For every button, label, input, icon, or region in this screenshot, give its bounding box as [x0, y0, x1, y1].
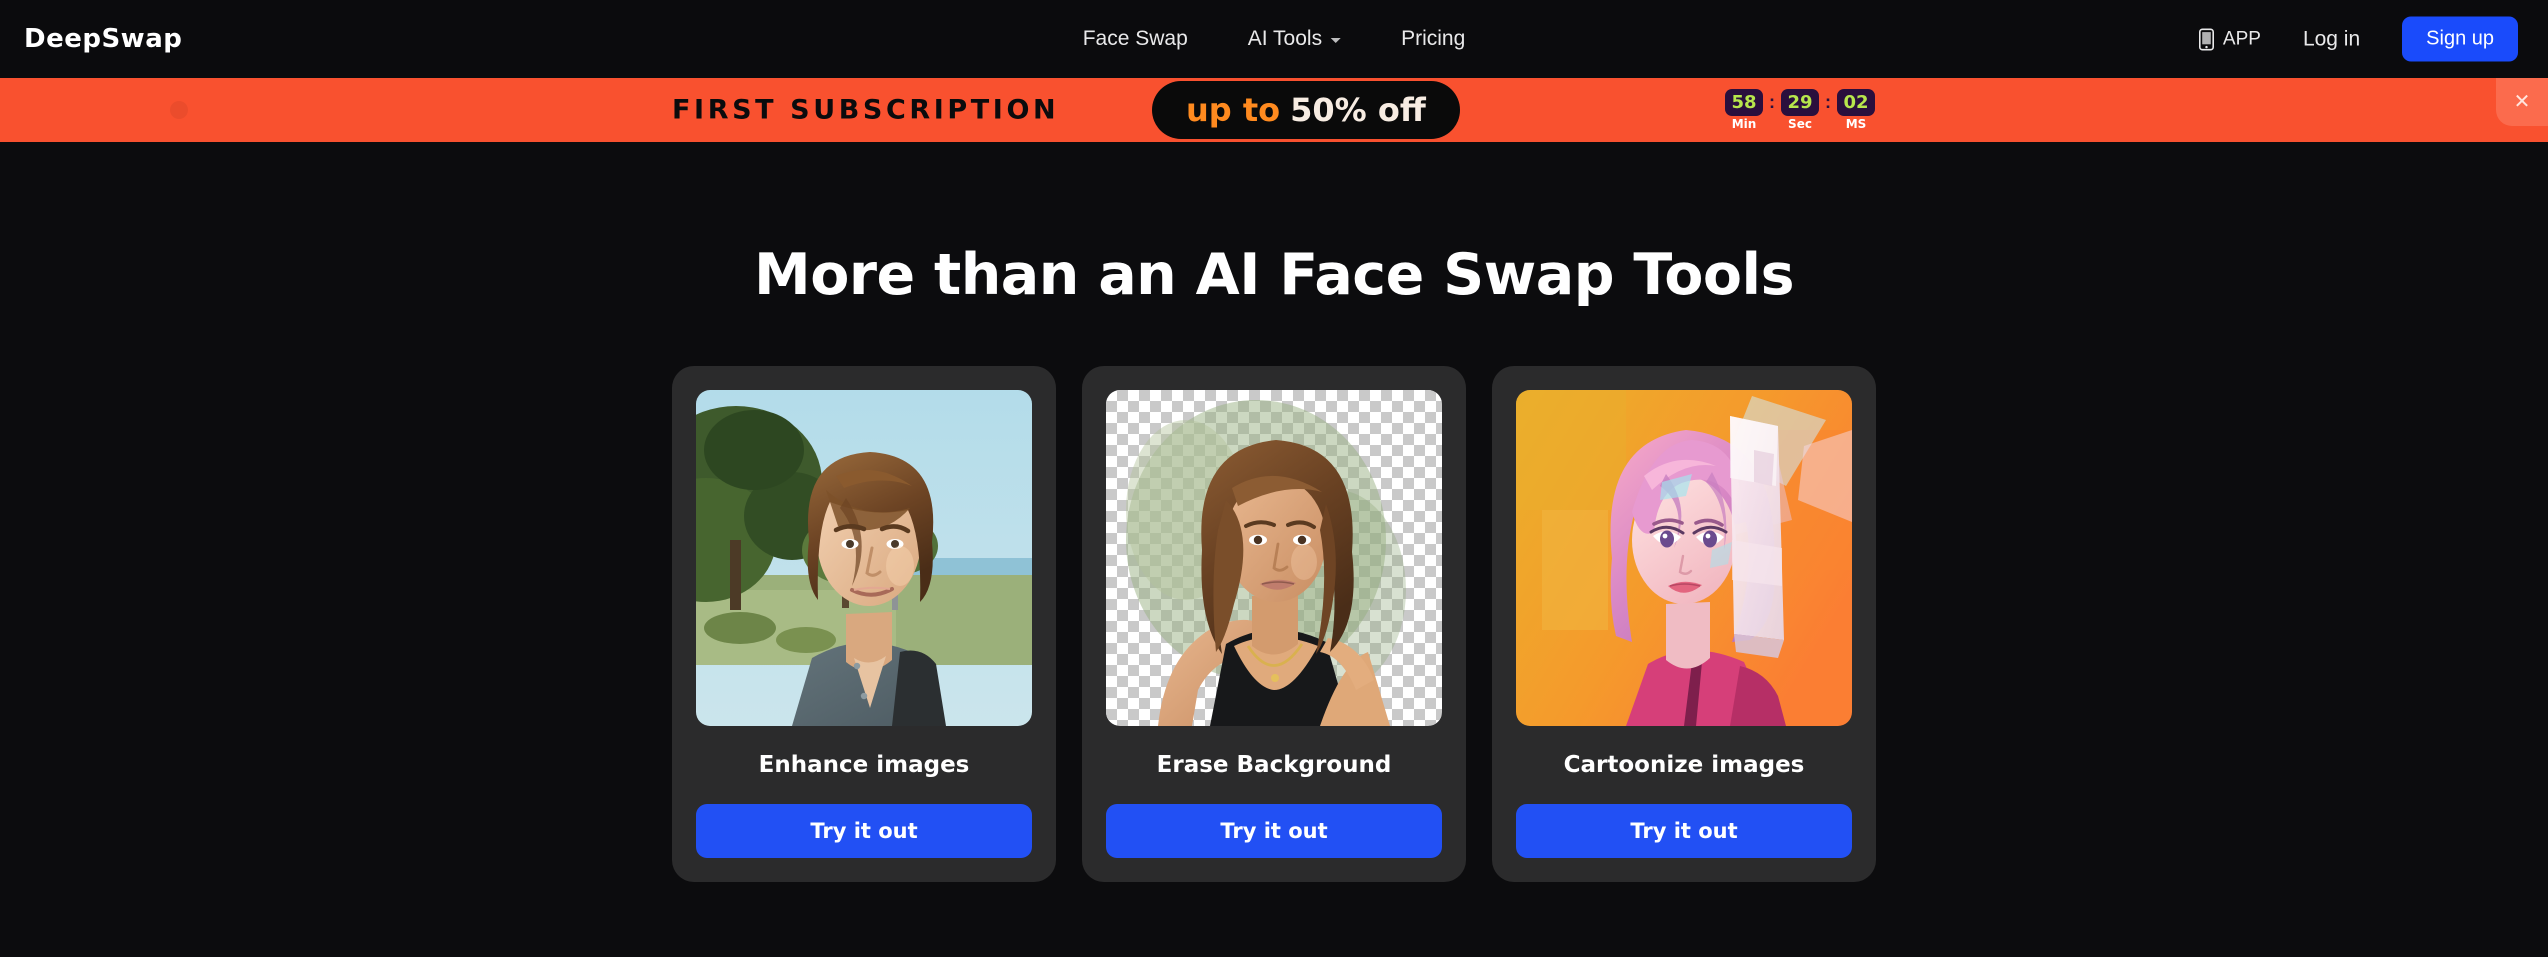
- page-title: More than an AI Face Swap Tools: [753, 242, 1795, 308]
- discount-prefix: up to: [1186, 91, 1281, 129]
- main-content: More than an AI Face Swap Tools Enhance …: [0, 142, 2548, 957]
- countdown-separator: :: [1769, 92, 1775, 112]
- nav-item-pricing[interactable]: Pricing: [1401, 27, 1465, 51]
- tool-card-erase-background[interactable]: Erase Background Try it out: [1082, 366, 1466, 882]
- discount-pill[interactable]: up to 50% off: [1152, 81, 1460, 139]
- promo-banner-content: FIRST SUBSCRIPTION up to 50% off 58 Min …: [0, 78, 2548, 142]
- nav-item-label: Face Swap: [1082, 27, 1188, 50]
- card-thumbnail: [1516, 390, 1852, 726]
- close-icon[interactable]: ✕: [2496, 78, 2548, 126]
- try-it-out-button[interactable]: Try it out: [1516, 804, 1852, 858]
- tool-card-cartoonize-images[interactable]: Cartoonize images Try it out: [1492, 366, 1876, 882]
- logo[interactable]: DeepSwap: [24, 24, 182, 54]
- portrait-woman-transparent-background-image: [1126, 400, 1406, 726]
- promo-title: FIRST SUBSCRIPTION: [672, 94, 1060, 126]
- nav-item-face-swap[interactable]: Face Swap: [1083, 27, 1188, 51]
- app-label: APP: [2222, 28, 2261, 49]
- card-title: Erase Background: [1156, 752, 1392, 778]
- nav-item-label: Pricing: [1401, 27, 1466, 50]
- app-link[interactable]: APP: [2198, 28, 2261, 50]
- countdown-label: MS: [1845, 117, 1867, 131]
- countdown-value: 29: [1781, 89, 1819, 116]
- card-title: Enhance images: [758, 752, 970, 778]
- decorative-dot: [170, 101, 188, 119]
- try-it-out-button[interactable]: Try it out: [1106, 804, 1442, 858]
- tool-card-list: Enhance images Try it out Erase Backgrou…: [672, 366, 1876, 882]
- countdown-separator: :: [1825, 92, 1831, 112]
- site-header: DeepSwap Face Swap AI Tools Pricing APP …: [0, 0, 2548, 78]
- countdown-label: Min: [1731, 117, 1757, 131]
- phone-icon: [2198, 28, 2214, 50]
- countdown-unit-seconds: 29 Sec: [1781, 89, 1819, 131]
- countdown-value: 58: [1725, 89, 1763, 116]
- main-navigation: Face Swap AI Tools Pricing: [1083, 27, 1466, 51]
- countdown-unit-minutes: 58 Min: [1725, 89, 1763, 131]
- chevron-down-icon: [1331, 38, 1342, 43]
- countdown-unit-milliseconds: 02 MS: [1837, 89, 1875, 131]
- card-thumbnail: [1106, 390, 1442, 726]
- tool-card-enhance-images[interactable]: Enhance images Try it out: [672, 366, 1056, 882]
- try-it-out-button[interactable]: Try it out: [696, 804, 1032, 858]
- countdown-label: Sec: [1788, 117, 1812, 131]
- countdown-timer: 58 Min : 29 Sec : 02 MS: [1725, 89, 1875, 131]
- card-title: Cartoonize images: [1563, 752, 1805, 778]
- promo-banner: FIRST SUBSCRIPTION up to 50% off 58 Min …: [0, 78, 2548, 142]
- header-actions: APP Log in Sign up: [2198, 16, 2518, 62]
- nav-item-label: AI Tools: [1247, 27, 1323, 50]
- discount-value: 50% off: [1290, 91, 1426, 129]
- card-thumbnail: [696, 390, 1032, 726]
- portrait-man-park-image: [696, 390, 1032, 726]
- cartoon-girl-pink-hair-image: [1516, 390, 1852, 726]
- signup-button[interactable]: Sign up: [2402, 16, 2518, 62]
- countdown-value: 02: [1837, 89, 1875, 116]
- nav-item-ai-tools[interactable]: AI Tools: [1247, 27, 1342, 51]
- login-link[interactable]: Log in: [2303, 27, 2360, 51]
